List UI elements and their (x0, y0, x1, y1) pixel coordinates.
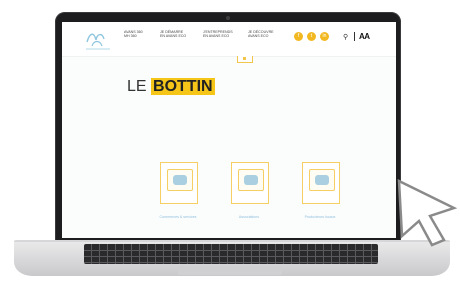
header-toggle-tab[interactable] (237, 56, 253, 63)
facebook-icon[interactable]: f (294, 32, 303, 41)
handshake-icon (238, 169, 264, 191)
card-label[interactable]: Producteurs locaux (290, 215, 350, 219)
keyboard (84, 244, 378, 264)
search-icon[interactable]: ⚲ (343, 33, 348, 41)
nav-item-je-demarre[interactable]: JE DÉMARRE EN AVANS ECO (160, 30, 186, 39)
nav-sublabel: MH 360 (124, 34, 137, 39)
page-title-plain: LE (127, 78, 152, 95)
vegetables-icon (309, 169, 335, 191)
nav-item-avans-360[interactable]: AVANS 360 MH 360 (124, 30, 143, 39)
trackpad (178, 266, 282, 275)
font-size-toggle[interactable]: AA (359, 32, 370, 41)
nav-item-je-decouvre[interactable]: JE DÉCOUVRE AVANS ECO (248, 30, 274, 39)
nav-sublabel: EN AVANS ECO (203, 34, 230, 39)
site-logo[interactable] (84, 28, 114, 52)
card-commerces[interactable] (160, 162, 198, 204)
mouse-cursor-icon (397, 178, 458, 247)
page-title: LE BOTTIN (127, 76, 215, 98)
card-associations[interactable] (231, 162, 269, 204)
page-title-highlight: BOTTIN (151, 78, 215, 95)
nav-sublabel: EN AVANS ECO (160, 34, 187, 39)
webcam (226, 16, 230, 20)
cash-register-icon (167, 169, 193, 191)
site-header: AVANS 360 MH 360 JE DÉMARRE EN AVANS ECO… (62, 22, 396, 57)
card-label[interactable]: Associations (219, 215, 279, 219)
nav-item-j-entreprends[interactable]: J'ENTREPRENDS EN AVANS ECO (203, 30, 233, 39)
laptop-screen: AVANS 360 MH 360 JE DÉMARRE EN AVANS ECO… (62, 22, 396, 238)
nav-sublabel: AVANS ECO (248, 34, 269, 39)
twitter-icon[interactable]: t (307, 32, 316, 41)
linkedin-icon[interactable]: in (320, 32, 329, 41)
card-label[interactable]: Commerces & services (148, 215, 208, 219)
card-producteurs[interactable] (302, 162, 340, 204)
divider (354, 32, 355, 41)
